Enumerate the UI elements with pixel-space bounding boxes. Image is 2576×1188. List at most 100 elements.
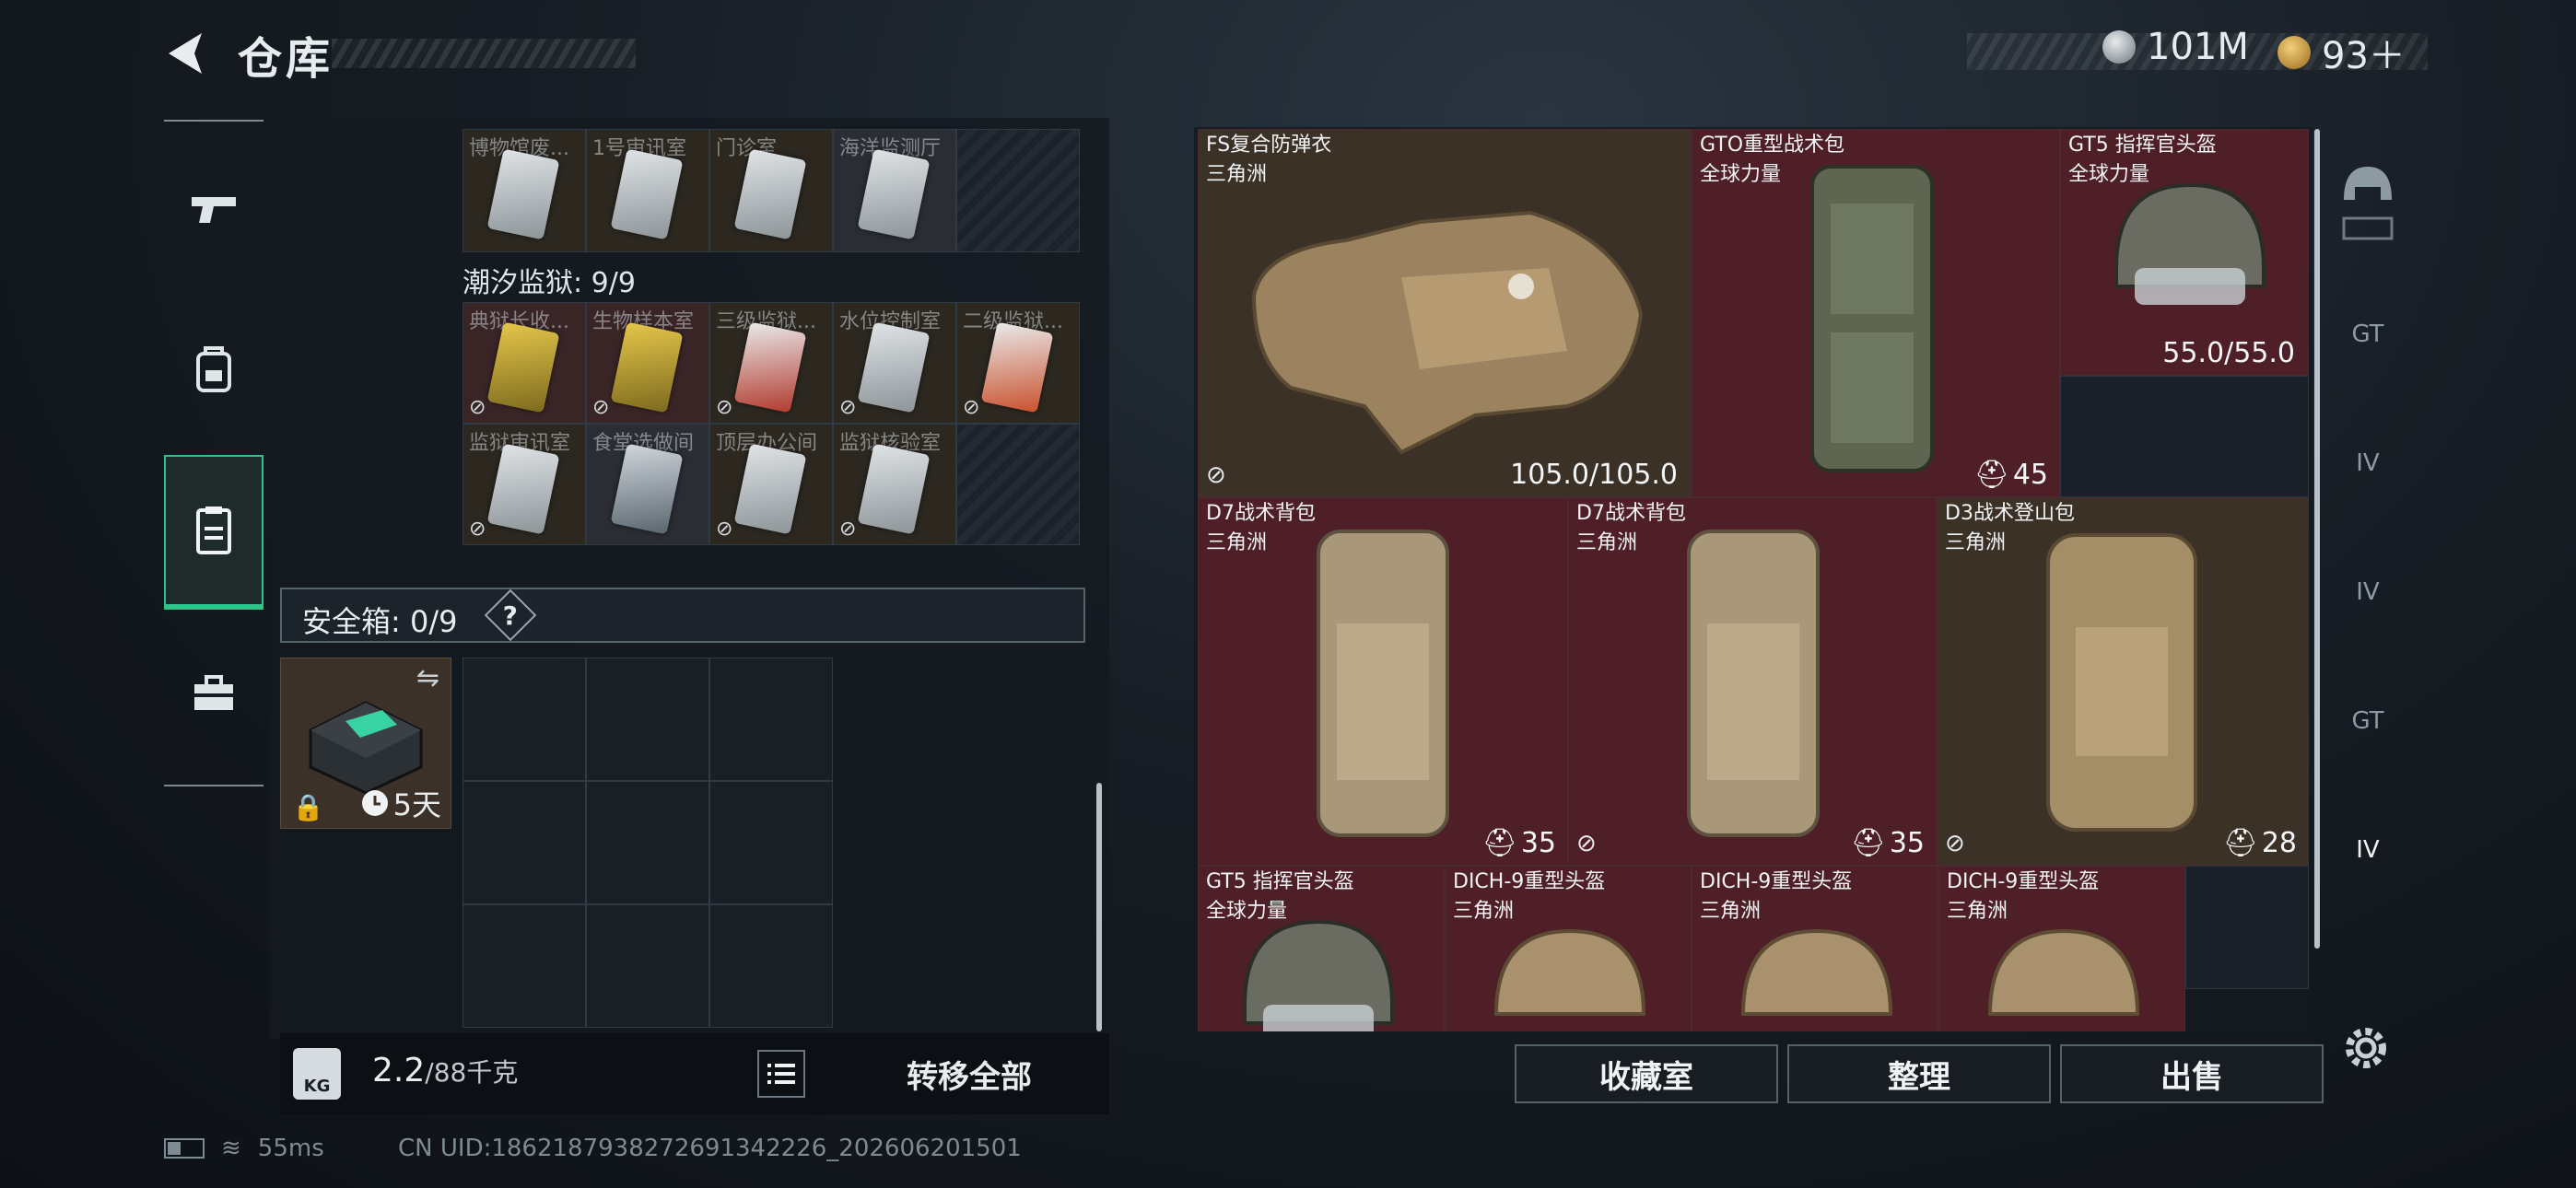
uid-text: CN UID:1862187938272691342226_2026062015… <box>398 1135 1022 1162</box>
item-helmet-dich9[interactable]: DICH-9重型头盔 三角洲 <box>1445 866 1692 1031</box>
keycard-slot[interactable]: 顶层办公间 ⊘ <box>709 424 833 545</box>
empty-slot[interactable] <box>709 658 833 781</box>
capacity-indicator: ⛑ 45 <box>1973 459 2048 491</box>
keycard-image <box>610 443 684 535</box>
stash-grid: FS复合防弹衣 三角洲 ⊘ 105.0/105.0 GTO重型战术包 全球力量 ⛑ 4… <box>1198 129 2309 1031</box>
no-trade-icon: ⊘ <box>839 396 857 419</box>
help-button[interactable]: ? <box>484 588 537 642</box>
keycard-slot[interactable]: 博物馆废... <box>463 129 586 252</box>
armor-vest-image <box>1251 210 1644 455</box>
empty-slot[interactable] <box>2060 376 2309 497</box>
capacity-indicator: ⛑ 35 <box>1850 827 1925 859</box>
keycard-image <box>486 148 560 240</box>
keycard-image <box>733 148 807 240</box>
helmet-image <box>1493 928 1646 1016</box>
keycard-slot[interactable]: 1号审讯室 <box>586 129 709 252</box>
keycard-slot[interactable]: 海洋监测厅 <box>833 129 956 252</box>
help-icon: ? <box>502 600 519 631</box>
rental-timer: 5天 <box>360 782 441 824</box>
collection-room-button[interactable]: 收藏室 <box>1515 1044 1778 1103</box>
organize-button[interactable]: 整理 <box>1787 1044 2051 1103</box>
back-button[interactable] <box>161 26 217 81</box>
item-helmet-dich9[interactable]: DICH-9重型头盔 三角洲 <box>1692 866 1938 1031</box>
currency-silver[interactable]: 101M <box>2102 26 2249 68</box>
title-stripe <box>332 39 636 68</box>
item-helmet-gt5[interactable]: GT5 指挥官头盔 全球力量 <box>1198 866 1445 1031</box>
no-trade-icon: ⊘ <box>1206 461 1226 489</box>
backpack-icon <box>196 346 231 392</box>
safebox-item[interactable]: ⇋ 🔒 5天 <box>280 658 451 829</box>
keycard-image <box>857 321 931 413</box>
keycard-slot[interactable]: 二级监狱... ⊘ <box>956 302 1080 424</box>
sell-button[interactable]: 出售 <box>2060 1044 2324 1103</box>
swap-icon[interactable]: ⇋ <box>416 662 439 694</box>
no-trade-icon: ⊘ <box>716 396 733 419</box>
filter-iv-box[interactable]: IV <box>2322 790 2414 910</box>
currency-gold[interactable]: 93＋ <box>2277 26 2406 79</box>
keycard-slot[interactable]: 监狱审讯室 ⊘ <box>463 424 586 545</box>
item-backpack-d7[interactable]: D7战术背包 三角洲 ⊘ ⛑ 35 <box>1568 497 1937 866</box>
keycard-slot[interactable]: 典狱长收... ⊘ <box>463 302 586 424</box>
container-scrollbar[interactable] <box>1096 783 1102 1031</box>
status-bar: ≋ 55ms <box>164 1135 324 1162</box>
nav-containers[interactable] <box>164 455 263 610</box>
keycard-slot[interactable]: 食堂选做间 <box>586 424 709 545</box>
nav-weapons[interactable] <box>164 149 263 269</box>
item-helmet-dich9[interactable]: DICH-9重型头盔 三角洲 <box>1938 866 2185 1031</box>
no-trade-icon: ⊘ <box>469 396 486 419</box>
keycard-image <box>733 443 807 535</box>
item-backpack-d3[interactable]: D3战术登山包 三角洲 ⊘ ⛑ 28 <box>1937 497 2309 866</box>
empty-slot[interactable] <box>586 904 709 1028</box>
item-armor-fs[interactable]: FS复合防弹衣 三角洲 ⊘ 105.0/105.0 <box>1198 129 1692 497</box>
empty-slot[interactable] <box>586 658 709 781</box>
keycard-slot[interactable]: 水位控制室 ⊘ <box>833 302 956 424</box>
filter-gt-box[interactable]: GT <box>2322 661 2414 781</box>
filter-iv-medkit[interactable]: IV <box>2322 403 2414 523</box>
keycard-image <box>857 443 931 535</box>
weight-value: 2.2/88千克 <box>372 1052 519 1089</box>
filter-iv-medkit-plus[interactable]: IV <box>2322 532 2414 652</box>
empty-slot[interactable] <box>463 658 586 781</box>
keycard-slot[interactable]: 三级监狱... ⊘ <box>709 302 833 424</box>
filter-armor[interactable] <box>2322 201 2414 256</box>
filter-gt-armor[interactable]: GT <box>2322 274 2414 394</box>
keycard-image <box>486 321 560 413</box>
no-trade-icon: ⊘ <box>716 518 733 541</box>
lock-icon: 🔒 <box>292 792 324 822</box>
nav-gear[interactable] <box>164 310 263 430</box>
keycard-image <box>733 321 807 413</box>
helmet-image <box>1987 928 2140 1016</box>
empty-slot[interactable] <box>463 781 586 904</box>
nav-tools[interactable] <box>164 634 263 753</box>
battery-icon <box>164 1138 205 1159</box>
prison-keycard-grid: 典狱长收... ⊘ 生物样本室 ⊘ 三级监狱... ⊘ 水位控制室 ⊘ 二级监狱... ⊘… <box>463 302 1080 545</box>
stash-filter-nav: GT IV IV GT IV <box>2322 127 2414 938</box>
empty-slot[interactable] <box>709 904 833 1028</box>
backpack-image <box>1810 165 1934 472</box>
empty-slot[interactable] <box>463 904 586 1028</box>
empty-slot[interactable] <box>2185 866 2309 989</box>
armor-icon <box>2342 216 2394 240</box>
helmet-image <box>1243 919 1394 1031</box>
settings-button[interactable] <box>2340 1022 2392 1074</box>
keycard-slot[interactable]: 生物样本室 ⊘ <box>586 302 709 424</box>
keycard-slot[interactable]: 监狱核验室 ⊘ <box>833 424 956 545</box>
capacity-icon: ⛑ <box>1973 459 2009 491</box>
weight-bar: KG 2.2/88千克 转移全部 <box>280 1033 1109 1114</box>
item-backpack-d7[interactable]: D7战术背包 三角洲 ⛑ 35 <box>1198 497 1568 866</box>
empty-slot[interactable] <box>956 129 1080 252</box>
keycard-slot[interactable]: 门诊室 <box>709 129 833 252</box>
capacity-indicator: ⛑ 35 <box>1481 827 1556 859</box>
item-backpack-gto[interactable]: GTO重型战术包 全球力量 ⛑ 45 <box>1692 129 2060 497</box>
safebox-grid <box>463 658 833 1028</box>
empty-slot[interactable] <box>709 781 833 904</box>
empty-slot[interactable] <box>586 781 709 904</box>
list-view-button[interactable] <box>757 1050 805 1098</box>
transfer-all-button[interactable]: 转移全部 <box>907 1052 1032 1097</box>
backpack-image <box>2046 533 2197 832</box>
iv-medkit-icon: IV <box>2356 449 2380 477</box>
ping-text: 55ms <box>257 1135 324 1162</box>
item-helmet-gt5[interactable]: GT5 指挥官头盔 全球力量 55.0/55.0 <box>2060 129 2309 376</box>
empty-slot[interactable] <box>956 424 1080 545</box>
stash-scrollbar[interactable] <box>2314 129 2320 949</box>
